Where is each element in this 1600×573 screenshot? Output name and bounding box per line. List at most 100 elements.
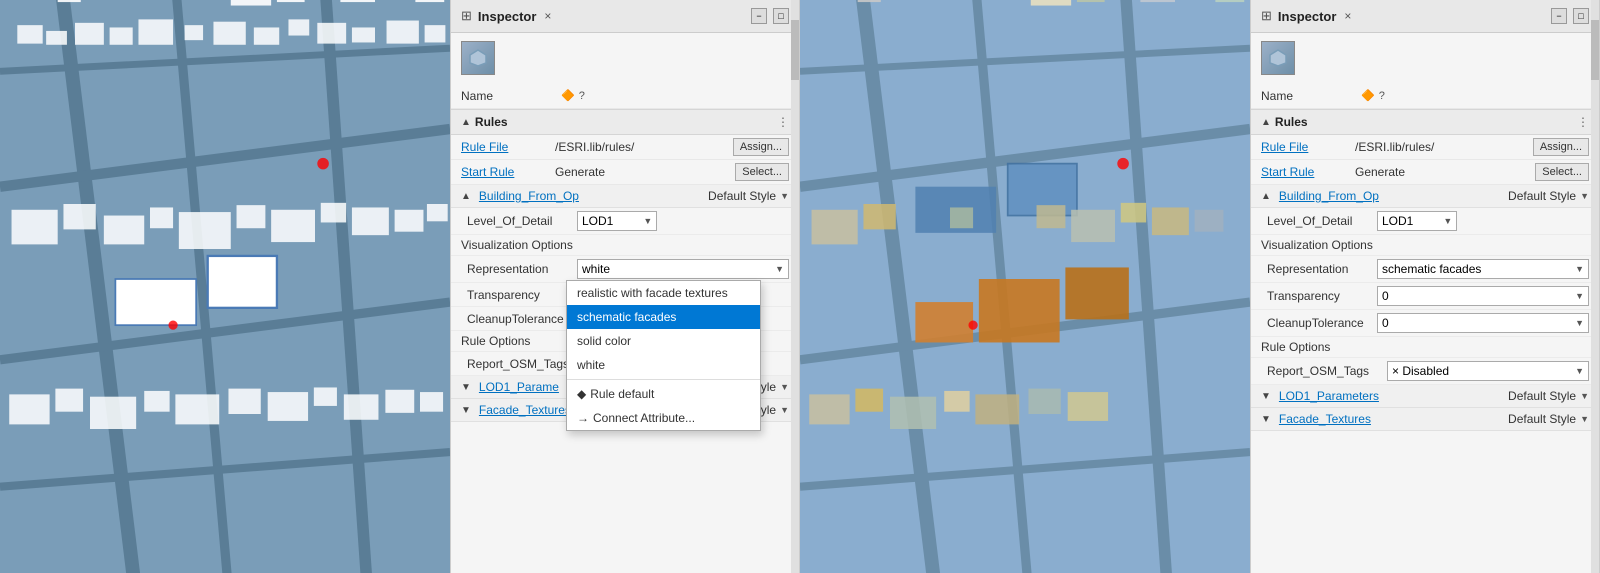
transparency-label-right: Transparency (1267, 289, 1377, 303)
maximize-btn-right[interactable]: □ (1573, 8, 1589, 24)
dropdown-separator (567, 379, 760, 380)
rules-chevron-right: ▲ (1261, 117, 1271, 128)
vis-options-left: Visualization Options (451, 235, 799, 256)
lod-value-area-left: LOD1 ▼ (577, 211, 789, 231)
cleanup-label-left: CleanupTolerance (467, 312, 577, 326)
report-dropdown-right[interactable]: × Disabled ▼ (1387, 361, 1589, 381)
representation-row-right: Representation schematic facades ▼ (1251, 256, 1599, 283)
cleanup-arrow-right: ▼ (1575, 318, 1584, 328)
building-section-right[interactable]: ▲ Building_From_Op Default Style ▼ (1251, 185, 1599, 208)
select-btn-right[interactable]: Select... (1535, 163, 1589, 181)
rep-arrow-right: ▼ (1575, 264, 1584, 274)
lod1-title-right[interactable]: LOD1_Parameters (1279, 389, 1379, 403)
facade-title-left[interactable]: Facade_Textures (479, 403, 571, 417)
scrollbar-thumb-right[interactable] (1591, 20, 1599, 80)
representation-label-left: Representation (467, 262, 577, 276)
dropdown-item-connect[interactable]: → Connect Attribute... (567, 406, 760, 430)
facade-section-right[interactable]: ▼ Facade_Textures Default Style ▼ (1251, 408, 1599, 431)
building-title-left[interactable]: Building_From_Op (479, 189, 579, 203)
lod1-chevron-right: ▼ (1261, 391, 1271, 402)
connect-arrow-icon: → (577, 411, 589, 425)
assign-btn-left[interactable]: Assign... (733, 138, 789, 156)
lod-arrow-left: ▼ (643, 216, 652, 226)
representation-row-left: Representation white ▼ realistic with fa… (451, 256, 799, 283)
lod1-value-right: Default Style (1508, 389, 1576, 403)
rule-file-row-left: Rule File /ESRI.lib/rules/ Assign... (451, 135, 799, 160)
cleanup-label-right: CleanupTolerance (1267, 316, 1377, 330)
start-rule-label-left[interactable]: Start Rule (461, 165, 551, 179)
transparency-dropdown-right[interactable]: 0 ▼ (1377, 286, 1589, 306)
dropdown-item-realistic[interactable]: realistic with facade textures (567, 281, 760, 305)
rules-chevron-left: ▲ (461, 117, 471, 128)
rules-section-right[interactable]: ▲ Rules ⋮ (1251, 109, 1599, 135)
dropdown-item-white[interactable]: white (567, 353, 760, 377)
dropdown-item-rule-default[interactable]: ◆ Rule default (567, 382, 760, 406)
inspector-panel-left: ⊞ Inspector × − □ Name 🔶 ? ▲ Rules ⋮ Ru (450, 0, 800, 573)
report-value-area-right: × Disabled ▼ (1387, 361, 1589, 381)
name-row-right: Name 🔶 ? (1251, 83, 1599, 109)
lod-row-right: Level_Of_Detail LOD1 ▼ (1251, 208, 1599, 235)
minimize-btn-right[interactable]: − (1551, 8, 1567, 24)
question-icon-right: ? (1379, 90, 1385, 102)
cleanup-row-right: CleanupTolerance 0 ▼ (1251, 310, 1599, 337)
rules-title-left: Rules (475, 115, 508, 129)
rules-section-left[interactable]: ▲ Rules ⋮ (451, 109, 799, 135)
info-icon-left: 🔶 (561, 89, 575, 102)
maximize-btn-left[interactable]: □ (773, 8, 789, 24)
rules-dots-left: ⋮ (777, 115, 789, 129)
inspector-close-left[interactable]: × (544, 9, 551, 23)
inspector-body-right: Name 🔶 ? ▲ Rules ⋮ Rule File /ESRI.lib/r… (1251, 33, 1599, 573)
rule-file-label-right[interactable]: Rule File (1261, 140, 1351, 154)
start-rule-row-left: Start Rule Generate Select... (451, 160, 799, 185)
rule-options-right: Rule Options (1251, 337, 1599, 358)
trans-arrow-right: ▼ (1575, 291, 1584, 301)
lod1-section-right[interactable]: ▼ LOD1_Parameters Default Style ▼ (1251, 385, 1599, 408)
lod-dropdown-right[interactable]: LOD1 ▼ (1377, 211, 1457, 231)
scrollbar-thumb-left[interactable] (791, 20, 799, 80)
scrollbar-right[interactable] (1591, 0, 1599, 573)
building-chevron-right: ▲ (1261, 191, 1271, 202)
representation-value-area-left: white ▼ (577, 259, 789, 279)
dropdown-item-solid[interactable]: solid color (567, 329, 760, 353)
representation-value-area-right: schematic facades ▼ (1377, 259, 1589, 279)
inspector-close-right[interactable]: × (1344, 9, 1351, 23)
building-section-left[interactable]: ▲ Building_From_Op Default Style ▼ (451, 185, 799, 208)
building-title-right[interactable]: Building_From_Op (1279, 189, 1379, 203)
lod-label-right: Level_Of_Detail (1267, 214, 1377, 228)
name-label-left: Name (461, 89, 561, 103)
minimize-btn-left[interactable]: − (751, 8, 767, 24)
lod-row-left: Level_Of_Detail LOD1 ▼ (451, 208, 799, 235)
cleanup-dropdown-right[interactable]: 0 ▼ (1377, 313, 1589, 333)
inspector-grid-icon: ⊞ (461, 8, 472, 24)
inspector-title-right: Inspector (1278, 9, 1337, 24)
facade-title-right[interactable]: Facade_Textures (1279, 412, 1371, 426)
report-row-right: Report_OSM_Tags × Disabled ▼ (1251, 358, 1599, 385)
representation-label-right: Representation (1267, 262, 1377, 276)
inspector-title-left: Inspector (478, 9, 537, 24)
connect-label: Connect Attribute... (593, 411, 695, 425)
report-arrow-right: ▼ (1575, 366, 1584, 376)
inspector-header-right: ⊞ Inspector × − □ (1251, 0, 1599, 33)
building-chevron-left: ▲ (461, 191, 471, 202)
representation-dropdown-right[interactable]: schematic facades ▼ (1377, 259, 1589, 279)
lod1-title-left[interactable]: LOD1_Parame (479, 380, 559, 394)
rule-default-label: Rule default (590, 387, 654, 401)
info-icon-right: 🔶 (1361, 89, 1375, 102)
representation-popup-left: realistic with facade textures schematic… (566, 280, 761, 431)
representation-value-right: schematic facades (1382, 262, 1481, 276)
dropdown-item-schematic[interactable]: schematic facades (567, 305, 760, 329)
scrollbar-left[interactable] (791, 0, 799, 573)
lod-value-right: LOD1 (1382, 214, 1413, 228)
cleanup-value-right: 0 (1382, 316, 1389, 330)
facade-chevron-left: ▼ (461, 405, 471, 416)
representation-dropdown-left[interactable]: white ▼ (577, 259, 789, 279)
start-rule-label-right[interactable]: Start Rule (1261, 165, 1351, 179)
question-icon-left: ? (579, 90, 585, 102)
select-btn-left[interactable]: Select... (735, 163, 789, 181)
transparency-value-right: 0 (1382, 289, 1389, 303)
lod-dropdown-left[interactable]: LOD1 ▼ (577, 211, 657, 231)
rule-file-label-left[interactable]: Rule File (461, 140, 551, 154)
building-value-left: Default Style (708, 189, 776, 203)
rules-dots-right: ⋮ (1577, 115, 1589, 129)
assign-btn-right[interactable]: Assign... (1533, 138, 1589, 156)
